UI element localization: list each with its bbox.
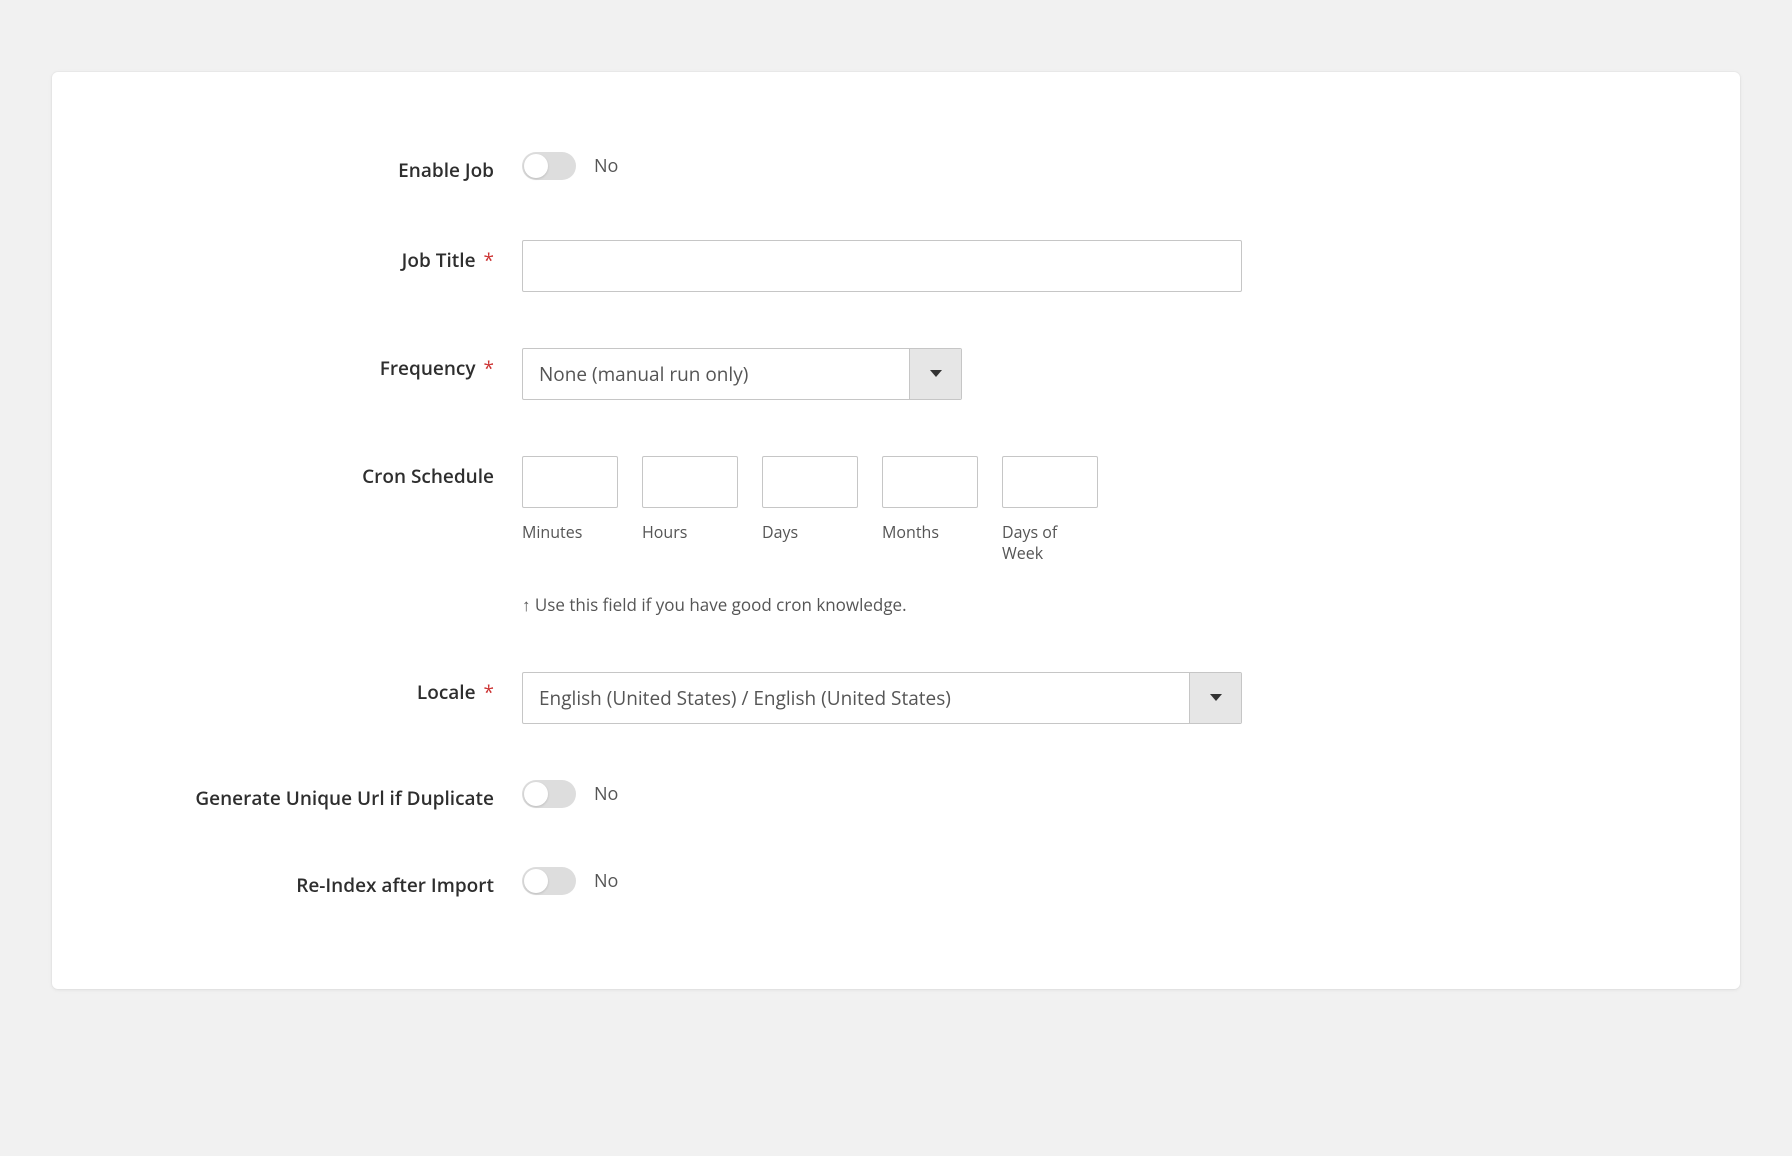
required-mark-icon: * — [484, 679, 494, 705]
cron-minutes-input[interactable] — [522, 456, 618, 508]
toggle-unique-url[interactable] — [522, 780, 576, 808]
cron-days-input[interactable] — [762, 456, 858, 508]
row-reindex: Re-Index after Import No — [142, 867, 1650, 899]
toggle-knob-icon — [524, 154, 548, 178]
label-job-title: Job Title* — [142, 240, 522, 274]
toggle-enable-job-state: No — [594, 154, 618, 178]
job-title-input[interactable] — [522, 240, 1242, 292]
label-cron-schedule: Cron Schedule — [142, 456, 522, 490]
row-job-title: Job Title* — [142, 240, 1650, 292]
label-reindex: Re-Index after Import — [142, 867, 522, 899]
label-unique-url: Generate Unique Url if Duplicate — [142, 780, 522, 812]
required-mark-icon: * — [484, 247, 494, 273]
frequency-select[interactable]: None (manual run only) — [522, 348, 962, 400]
toggle-unique-url-state: No — [594, 782, 618, 806]
required-mark-icon: * — [484, 355, 494, 381]
label-frequency: Frequency* — [142, 348, 522, 382]
cron-hours-input[interactable] — [642, 456, 738, 508]
label-locale: Locale* — [142, 672, 522, 706]
settings-card: Enable Job No Job Title* Freque — [52, 72, 1740, 989]
toggle-reindex-state: No — [594, 869, 618, 893]
cron-months-input[interactable] — [882, 456, 978, 508]
cron-sublabel-dow: Days of Week — [1002, 522, 1098, 565]
frequency-select-value: None (manual run only) — [523, 349, 909, 399]
chevron-down-icon — [909, 349, 961, 399]
cron-sublabel-minutes: Minutes — [522, 522, 618, 544]
toggle-reindex[interactable] — [522, 867, 576, 895]
row-locale: Locale* English (United States) / Englis… — [142, 672, 1650, 724]
row-unique-url: Generate Unique Url if Duplicate No — [142, 780, 1650, 812]
row-enable-job: Enable Job No — [142, 152, 1650, 184]
locale-select[interactable]: English (United States) / English (Unite… — [522, 672, 1242, 724]
toggle-knob-icon — [524, 869, 548, 893]
cron-sublabel-hours: Hours — [642, 522, 738, 544]
cron-group: Minutes Hours Days Months — [522, 456, 1098, 565]
cron-note: ↑ Use this field if you have good cron k… — [522, 593, 907, 616]
cron-sublabel-days: Days — [762, 522, 858, 544]
toggle-knob-icon — [524, 782, 548, 806]
chevron-down-icon — [1189, 673, 1241, 723]
cron-sublabel-months: Months — [882, 522, 978, 544]
cron-dow-input[interactable] — [1002, 456, 1098, 508]
row-cron-schedule: Cron Schedule Minutes Hours Days — [142, 456, 1650, 616]
row-frequency: Frequency* None (manual run only) — [142, 348, 1650, 400]
label-enable-job: Enable Job — [142, 152, 522, 184]
locale-select-value: English (United States) / English (Unite… — [523, 673, 1189, 723]
toggle-enable-job[interactable] — [522, 152, 576, 180]
